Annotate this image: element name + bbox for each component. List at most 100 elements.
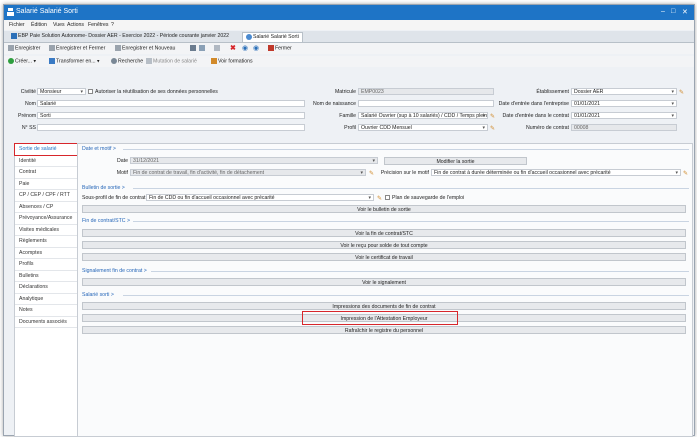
matricule-label: Matricule xyxy=(334,89,356,95)
tab-dossier[interactable]: EBP Paie Solution Autonome- Dossier AER … xyxy=(8,32,232,41)
menu-help[interactable]: ? xyxy=(111,22,114,28)
exit-date-field[interactable]: 31/12/2021 xyxy=(130,157,378,164)
profil-select[interactable]: Ouvrier CDD Mensuel xyxy=(358,124,488,131)
nav-contrat[interactable]: Contrat xyxy=(15,167,77,179)
see-certificate-button[interactable]: Voir le certificat de travail xyxy=(82,253,686,261)
mutation-label: Mutation de salarié xyxy=(153,58,197,65)
nav-cp-cep[interactable]: CP / CEP / CPF / RTT xyxy=(15,190,77,202)
section-divider xyxy=(123,295,689,296)
menu-actions[interactable]: Actions xyxy=(67,22,84,28)
reuse-data-checkbox[interactable] xyxy=(88,89,93,94)
see-end-contract-button[interactable]: Voir la fin de contrat/STC xyxy=(82,229,686,237)
prenom-field[interactable]: Sorti xyxy=(37,112,305,119)
next-icon[interactable]: ◉ xyxy=(253,44,259,52)
search-button[interactable]: Recherche xyxy=(111,58,143,64)
copy-icon xyxy=(214,45,220,51)
etablissement-label: Établissement xyxy=(536,89,569,95)
etablissement-select[interactable]: Dossier AER xyxy=(571,88,677,95)
ss-field[interactable] xyxy=(37,124,305,131)
trainings-button[interactable]: Voir formations xyxy=(211,58,253,64)
nav-paie[interactable]: Paie xyxy=(15,179,77,190)
nav-acomptes[interactable]: Acomptes xyxy=(15,248,77,259)
search-icon xyxy=(111,58,117,64)
entree-entreprise-label: Date d'entrée dans l'entreprise xyxy=(498,101,569,107)
section-date-motif-title[interactable]: Date et motif > xyxy=(82,146,116,152)
section-salarie-sorti-title[interactable]: Salarié sorti > xyxy=(82,292,114,298)
mutation-button[interactable]: Mutation de salarié xyxy=(146,58,197,64)
preview-button[interactable] xyxy=(199,45,206,51)
save-new-button[interactable]: Enregistrer et Nouveau xyxy=(115,45,175,51)
motif-select[interactable]: Fin de contrat de travail, fin d'activit… xyxy=(130,169,366,176)
print-documents-button[interactable]: Impressions des documents de fin de cont… xyxy=(82,302,686,310)
nav-profils[interactable]: Profils xyxy=(15,259,77,271)
section-signalement-title[interactable]: Signalement fin de contrat > xyxy=(82,268,147,274)
backup-plan-checkbox[interactable] xyxy=(385,195,390,200)
minimize-button[interactable]: – xyxy=(661,8,665,15)
edit-precision-icon[interactable]: ✎ xyxy=(683,170,688,177)
print-button[interactable] xyxy=(190,45,197,51)
refresh-register-button[interactable]: Rafraîchir le registre du personnel xyxy=(82,326,686,334)
nom-field[interactable]: Salarié xyxy=(37,100,305,107)
precision-select[interactable]: Fin de contrat à durée déterminée ou fin… xyxy=(431,169,681,176)
highlight-nav-sortie xyxy=(14,143,84,156)
famille-select[interactable]: Salarié Ouvrier (sup à 10 salariés) / CD… xyxy=(358,112,488,119)
nav-analytique[interactable]: Analytique xyxy=(15,294,77,305)
title-bar: Salarié Salarié Sorti – □ ✕ xyxy=(4,5,694,20)
app-icon xyxy=(7,8,14,16)
toolbar-actions: Créer... ▾ Transformer en... ▾ Recherche… xyxy=(4,56,694,67)
modify-exit-button[interactable]: Modifier la sortie xyxy=(384,157,527,165)
section-bulletin-title[interactable]: Bulletin de sortie > xyxy=(82,185,125,191)
nav-identite[interactable]: Identité xyxy=(15,156,77,167)
save-close-button[interactable]: Enregistrer et Fermer xyxy=(49,45,105,51)
create-button[interactable]: Créer... ▾ xyxy=(8,58,36,64)
civilite-select[interactable]: Monsieur xyxy=(37,88,86,95)
nav-absences[interactable]: Absences / CP xyxy=(15,202,77,213)
nav-bulletins[interactable]: Bulletins xyxy=(15,271,77,282)
nav-prevoyance[interactable]: Prévoyance/Assurance xyxy=(15,213,77,225)
application-window: Salarié Salarié Sorti – □ ✕ Fichier Édit… xyxy=(3,4,695,437)
maximize-button[interactable]: □ xyxy=(671,8,675,15)
sous-profil-select[interactable]: Fin de CDD ou fin d'accueil occasionnel … xyxy=(146,194,374,201)
entree-contrat-date[interactable]: 01/01/2021 xyxy=(571,112,677,119)
section-fin-contrat-title[interactable]: Fin de contrat/STC > xyxy=(82,218,130,224)
close-doc-button[interactable]: Fermer xyxy=(268,45,292,51)
profil-label: Profil xyxy=(344,125,356,131)
famille-label: Famille xyxy=(339,113,356,119)
entree-entreprise-date[interactable]: 01/01/2021 xyxy=(571,100,677,107)
close-button[interactable]: ✕ xyxy=(682,8,688,16)
preview-icon xyxy=(199,45,205,51)
save-new-icon xyxy=(115,45,121,51)
nav-visites[interactable]: Visites médicales xyxy=(15,225,77,236)
copy-button[interactable] xyxy=(214,45,221,51)
employee-header-form: Civilité Monsieur Autoriser la réutilisa… xyxy=(4,70,694,140)
matricule-field[interactable]: EMP0023 xyxy=(358,88,494,95)
numero-contrat-field[interactable]: 00008 xyxy=(571,124,677,131)
transform-button[interactable]: Transformer en... ▾ xyxy=(49,58,100,64)
edit-etablissement-icon[interactable]: ✎ xyxy=(679,89,684,96)
save-button[interactable]: Enregistrer xyxy=(8,45,40,51)
date-label: Date xyxy=(117,158,128,164)
nav-declarations[interactable]: Déclarations xyxy=(15,282,77,294)
menu-fenetres[interactable]: Fenêtres xyxy=(88,22,108,28)
section-divider xyxy=(133,188,689,189)
nav-documents[interactable]: Documents associés xyxy=(15,317,77,328)
nom-naissance-field[interactable] xyxy=(358,100,494,107)
edit-sous-profil-icon[interactable]: ✎ xyxy=(377,195,382,202)
see-payslip-button[interactable]: Voir le bulletin de sortie xyxy=(82,205,686,213)
nom-label: Nom xyxy=(25,101,36,107)
plus-icon xyxy=(8,58,14,64)
tab-salarie[interactable]: Salarié Salarié Sorti xyxy=(242,32,303,42)
save-close-label: Enregistrer et Fermer xyxy=(56,45,106,52)
nav-reglements[interactable]: Règlements xyxy=(15,236,77,248)
nom-naissance-label: Nom de naissance xyxy=(313,101,356,107)
see-receipt-button[interactable]: Voir le reçu pour solde de tout compte xyxy=(82,241,686,249)
section-divider xyxy=(133,221,689,222)
training-icon xyxy=(211,58,217,64)
menu-fichier[interactable]: Fichier xyxy=(9,22,25,28)
delete-icon[interactable]: ✖ xyxy=(230,44,236,52)
nav-notes[interactable]: Notes xyxy=(15,305,77,317)
see-report-button[interactable]: Voir le signalement xyxy=(82,278,686,286)
previous-icon[interactable]: ◉ xyxy=(242,44,248,52)
menu-vues[interactable]: Vues xyxy=(53,22,65,28)
menu-edition[interactable]: Édition xyxy=(31,22,47,28)
